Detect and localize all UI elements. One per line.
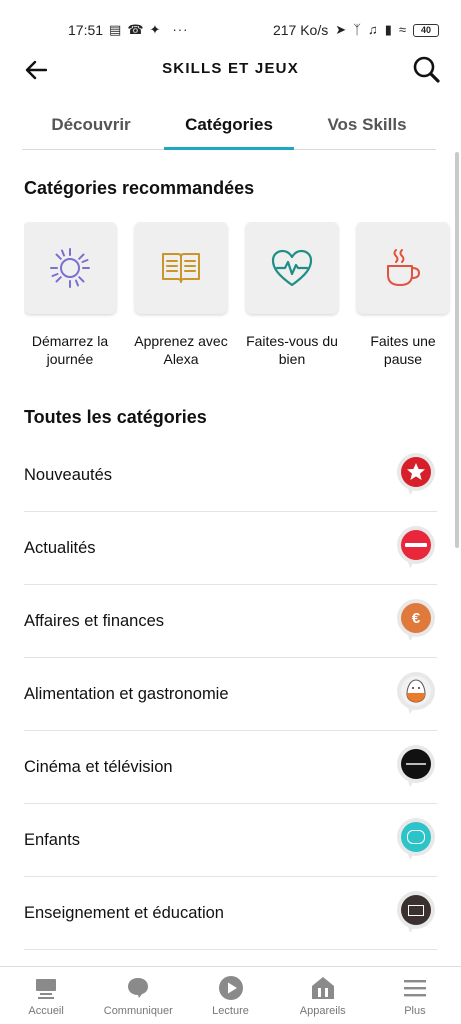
status-bar: 17:51 ▤ ☎ ✦ ··· 217 Ko/s ➤ ᛉ ♫ ▮ ≈ 40 [0,0,461,48]
recommended-item-demarrez[interactable]: Démarrez la journée [24,222,116,382]
heart-pulse-icon [271,249,313,287]
nav-label: Appareils [299,1005,346,1017]
location-icon: ➤ [335,22,347,37]
coffee-cup-icon [387,249,421,286]
nav-label: Lecture [212,1005,249,1017]
category-egg-timer-icon [397,672,435,716]
recommended-card[interactable] [135,222,227,314]
recommended-item-apprenez[interactable]: Apprenez avec Alexa [134,222,228,382]
tab-categories[interactable]: Catégories [160,100,298,150]
recommended-card[interactable] [24,222,116,314]
tab-vos-skills[interactable]: Vos Skills [298,100,436,149]
app-header: SKILLS ET JEUX [0,48,461,92]
nav-lecture[interactable]: Lecture [184,967,276,1024]
recommended-card[interactable] [357,222,449,314]
status-bar-right: 217 Ko/s ➤ ᛉ ♫ ▮ ≈ 40 [273,22,439,38]
category-news-icon [397,526,435,570]
devices-icon [310,975,336,1001]
recommended-list: Démarrez la journée Apprenez avec Alexa … [24,222,461,382]
signal-icon: ▮ [384,22,392,37]
tab-bar: Découvrir Catégories Vos Skills [22,100,436,150]
battery-icon: 40 [413,23,439,37]
category-row-alimentation[interactable]: Alimentation et gastronomie [24,658,437,731]
more-notifications-icon: ··· [172,22,189,37]
nav-label: Communiquer [103,1005,173,1017]
category-label: Enseignement et éducation [24,903,224,922]
category-label: Affaires et finances [24,611,165,630]
category-label: Enfants [24,830,80,849]
nav-label: Accueil [28,1005,64,1017]
recommended-item-faites-vous[interactable]: Faites-vous du bien [246,222,338,382]
category-row-cinema[interactable]: Cinéma et télévision [24,731,437,804]
category-row-actualites[interactable]: Actualités [24,512,437,585]
mute-icon: ♫ [367,22,378,37]
recommended-label: Faites-vous du bien [246,333,338,367]
recommended-label: Apprenez avec Alexa [134,333,228,367]
category-row-enfants[interactable]: Enfants [24,804,437,877]
status-time: 17:51 [68,22,104,38]
twitter-icon: ✦ [149,22,161,37]
page-title: SKILLS ET JEUX [162,60,299,77]
category-label: Alimentation et gastronomie [24,684,229,703]
category-row-nouveautes[interactable]: Nouveautés [24,439,437,512]
message-icon: ▤ [109,22,122,37]
category-row-affaires[interactable]: Affaires et finances € [24,585,437,658]
recommended-title: Catégories recommandées [24,178,255,198]
bluetooth-icon: ᛉ [353,22,361,37]
recommended-label: Faites une pause [370,333,436,367]
whatsapp-icon: ☎ [127,22,144,37]
search-icon [413,56,440,83]
category-row-enseignement[interactable]: Enseignement et éducation [24,877,437,950]
recommended-label: Démarrez la journée [31,333,109,367]
all-categories-title: Toutes les catégories [24,407,207,427]
nav-plus[interactable]: Plus [369,967,461,1024]
bottom-navigation: Accueil Communiquer Lecture Appareils Pl… [0,966,461,1024]
nav-appareils[interactable]: Appareils [277,967,369,1024]
category-kids-icon [397,818,435,862]
category-label: Cinéma et télévision [24,757,173,776]
nav-communiquer[interactable]: Communiquer [92,967,184,1024]
wifi-icon: ≈ [398,22,406,37]
search-button[interactable] [409,52,443,86]
recommended-card[interactable] [246,222,338,314]
menu-icon [402,975,428,1001]
status-bar-left: 17:51 ▤ ☎ ✦ ··· [68,22,188,38]
home-icon [33,975,59,1001]
chat-bubble-icon [125,975,151,1001]
category-cinema-icon [397,745,435,789]
nav-accueil[interactable]: Accueil [0,967,92,1024]
book-icon [162,253,200,283]
nav-label: Plus [404,1005,426,1017]
play-icon [218,975,244,1001]
category-new-icon [397,453,435,497]
category-euro-icon: € [397,599,435,643]
category-list: Nouveautés Actualités Affaires et financ… [0,439,461,950]
category-label: Nouveautés [24,465,113,484]
network-speed: 217 Ko/s [272,22,329,38]
category-label: Actualités [24,538,96,557]
tab-decouvrir[interactable]: Découvrir [22,100,160,149]
recommended-item-pause[interactable]: Faites une pause [357,222,449,382]
sun-icon [50,248,90,288]
category-education-icon [397,891,435,935]
